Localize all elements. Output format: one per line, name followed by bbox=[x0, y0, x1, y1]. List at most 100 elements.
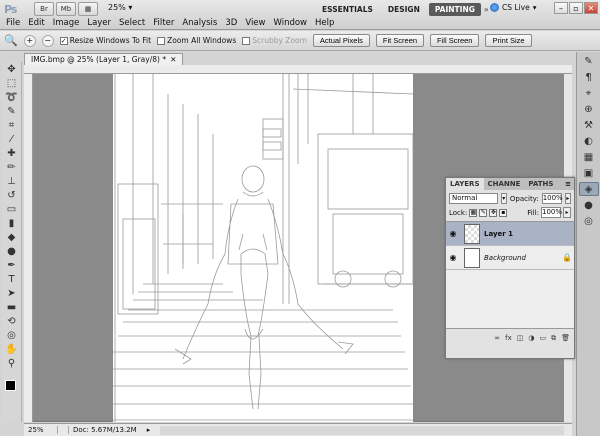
lock-transparency-icon[interactable]: ▦ bbox=[469, 208, 478, 217]
menu-edit[interactable]: Edit bbox=[24, 17, 48, 29]
resize-windows-checkbox[interactable]: ✓ Resize Windows To Fit bbox=[59, 36, 151, 45]
workspace-design[interactable]: DESIGN bbox=[382, 3, 426, 16]
grid-icon[interactable]: ▦ bbox=[78, 2, 98, 16]
lock-all-icon[interactable]: ▪ bbox=[499, 208, 508, 217]
color-panel-icon[interactable]: ◐ bbox=[579, 134, 599, 148]
lasso-tool-icon[interactable]: ➰ bbox=[3, 90, 21, 104]
quick-select-tool-icon[interactable]: ✎ bbox=[3, 104, 21, 118]
fill-field[interactable]: 100% bbox=[541, 207, 562, 218]
foreground-color-swatch[interactable] bbox=[5, 380, 16, 391]
menu-help[interactable]: Help bbox=[311, 17, 338, 29]
document-tab[interactable]: IMG.bmp @ 25% (Layer 1, Gray/8) * ✕ bbox=[24, 53, 184, 65]
layer-row-layer-1[interactable]: ◉ Layer 1 bbox=[446, 222, 574, 246]
blur-tool-icon[interactable]: ◆ bbox=[3, 230, 21, 244]
shape-tool-icon[interactable]: ▬ bbox=[3, 300, 21, 314]
mini-bridge-icon[interactable]: Mb bbox=[56, 2, 76, 16]
layer-style-icon[interactable]: fx bbox=[505, 334, 512, 342]
move-tool-icon[interactable]: ✥ bbox=[3, 62, 21, 76]
clone-source-icon[interactable]: ⊕ bbox=[579, 102, 599, 116]
paragraph-panel-icon[interactable]: ¶ bbox=[579, 70, 599, 84]
tab-channels[interactable]: CHANNE bbox=[484, 178, 525, 190]
navigator-panel-icon[interactable]: ▣ bbox=[579, 166, 599, 180]
close-document-icon[interactable]: ✕ bbox=[170, 55, 176, 64]
gradient-tool-icon[interactable]: ▮ bbox=[3, 216, 21, 230]
brush-presets-icon[interactable]: ⌖ bbox=[579, 86, 599, 100]
brush-panel-icon[interactable]: ✎ bbox=[579, 54, 599, 68]
menu-filter[interactable]: Filter bbox=[149, 17, 178, 29]
lock-position-icon[interactable]: ✥ bbox=[489, 208, 498, 217]
actual-pixels-button[interactable]: Actual Pixels bbox=[312, 34, 370, 47]
artwork-canvas[interactable] bbox=[113, 74, 414, 422]
scrubby-zoom-checkbox[interactable]: Scrubby Zoom bbox=[242, 36, 307, 45]
tab-paths[interactable]: PATHS bbox=[524, 178, 557, 190]
hand-tool-icon[interactable]: ✋ bbox=[3, 342, 21, 356]
fit-screen-button[interactable]: Fit Screen bbox=[375, 34, 425, 47]
3d-rotate-tool-icon[interactable]: ⟲ bbox=[3, 314, 21, 328]
type-tool-icon[interactable]: T bbox=[3, 272, 21, 286]
fill-screen-button[interactable]: Fill Screen bbox=[430, 34, 480, 47]
history-brush-tool-icon[interactable]: ↺ bbox=[3, 188, 21, 202]
menu-3d[interactable]: 3D bbox=[221, 17, 241, 29]
menu-window[interactable]: Window bbox=[269, 17, 311, 29]
pen-tool-icon[interactable]: ✒ bbox=[3, 258, 21, 272]
paths-panel-icon[interactable]: ◎ bbox=[579, 214, 599, 228]
brush-tool-icon[interactable]: ✏ bbox=[3, 160, 21, 174]
status-menu-icon[interactable]: ▸ bbox=[147, 426, 151, 434]
menu-analysis[interactable]: Analysis bbox=[178, 17, 221, 29]
zoom-all-windows-checkbox[interactable]: Zoom All Windows bbox=[157, 36, 236, 45]
menu-select[interactable]: Select bbox=[115, 17, 149, 29]
new-layer-icon[interactable]: ⧉ bbox=[551, 334, 556, 343]
workspace-more-icon[interactable]: » bbox=[484, 3, 489, 16]
fill-slider-icon[interactable]: ▸ bbox=[563, 207, 571, 218]
menu-view[interactable]: View bbox=[241, 17, 269, 29]
3d-orbit-tool-icon[interactable]: ◎ bbox=[3, 328, 21, 342]
print-size-button[interactable]: Print Size bbox=[485, 34, 532, 47]
tab-layers[interactable]: LAYERS bbox=[446, 178, 484, 190]
link-layers-icon[interactable]: ∞ bbox=[494, 334, 500, 342]
menu-layer[interactable]: Layer bbox=[83, 17, 115, 29]
menu-file[interactable]: File bbox=[2, 17, 24, 29]
eraser-tool-icon[interactable]: ▭ bbox=[3, 202, 21, 216]
tool-presets-icon[interactable]: ⚒ bbox=[579, 118, 599, 132]
add-mask-icon[interactable]: ◫ bbox=[517, 334, 524, 342]
cs-live[interactable]: CS Live ▾ bbox=[490, 3, 536, 12]
channels-panel-icon[interactable]: ● bbox=[579, 198, 599, 212]
minimize-button[interactable]: – bbox=[554, 2, 568, 14]
adjustment-layer-icon[interactable]: ◑ bbox=[528, 334, 534, 342]
marquee-tool-icon[interactable]: ⬚ bbox=[3, 76, 21, 90]
healing-brush-tool-icon[interactable]: ✚ bbox=[3, 146, 21, 160]
delete-layer-icon[interactable]: 🗑 bbox=[561, 334, 570, 342]
new-group-icon[interactable]: ▭ bbox=[539, 334, 546, 342]
blend-mode-select[interactable]: Normal bbox=[449, 193, 498, 204]
restore-button[interactable]: ▫ bbox=[569, 2, 583, 14]
opacity-slider-icon[interactable]: ▸ bbox=[564, 193, 571, 204]
layer-row-background[interactable]: ◉ Background 🔒 bbox=[446, 246, 574, 270]
menu-image[interactable]: Image bbox=[49, 17, 84, 29]
document-size-info[interactable]: Doc: 5.67M/13.2M bbox=[68, 426, 137, 434]
visibility-eye-icon[interactable]: ◉ bbox=[446, 229, 460, 238]
workspace-painting[interactable]: PAINTING bbox=[428, 3, 481, 16]
zoom-level-select[interactable]: 25% ▾ bbox=[108, 3, 132, 12]
close-button[interactable]: ✕ bbox=[584, 2, 598, 14]
status-zoom[interactable]: 25% bbox=[28, 426, 58, 434]
horizontal-scrollbar[interactable] bbox=[160, 425, 564, 435]
eyedropper-tool-icon[interactable]: ⁄ bbox=[3, 132, 21, 146]
zoom-in-icon[interactable]: + bbox=[23, 34, 36, 47]
zoom-tool-icon[interactable]: 🔍 bbox=[4, 34, 18, 47]
vertical-ruler[interactable] bbox=[24, 74, 33, 422]
swatches-panel-icon[interactable]: ▦ bbox=[579, 150, 599, 164]
crop-tool-icon[interactable]: ⌗ bbox=[3, 118, 21, 132]
path-selection-tool-icon[interactable]: ➤ bbox=[3, 286, 21, 300]
visibility-eye-icon[interactable]: ◉ bbox=[446, 253, 460, 262]
blend-mode-dropdown-icon[interactable]: ▾ bbox=[500, 193, 507, 204]
layers-panel-icon[interactable]: ◈ bbox=[578, 182, 599, 196]
zoom-tool-icon[interactable]: ⚲ bbox=[3, 356, 21, 370]
zoom-out-icon[interactable]: − bbox=[41, 34, 54, 47]
horizontal-ruler[interactable] bbox=[24, 65, 572, 74]
panel-menu-icon[interactable]: ≡ bbox=[562, 178, 574, 190]
clone-stamp-tool-icon[interactable]: ⊥ bbox=[3, 174, 21, 188]
workspace-essentials[interactable]: ESSENTIALS bbox=[316, 3, 379, 16]
lock-pixels-icon[interactable]: ✎ bbox=[479, 208, 488, 217]
bridge-icon[interactable]: Br bbox=[34, 2, 54, 16]
dodge-tool-icon[interactable]: ● bbox=[3, 244, 21, 258]
